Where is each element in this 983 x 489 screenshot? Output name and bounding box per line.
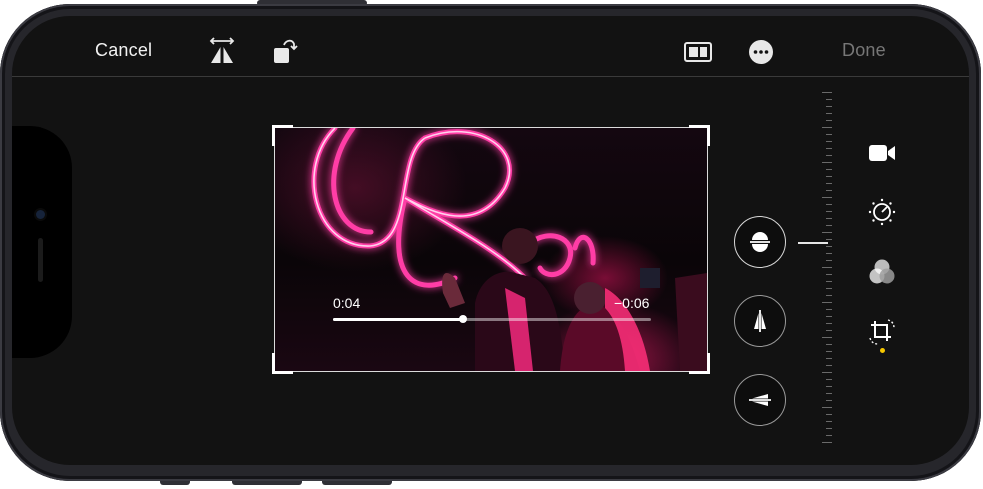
dial-tick xyxy=(822,442,832,443)
filters-icon[interactable] xyxy=(868,258,896,291)
dial-indicator xyxy=(798,242,828,244)
dial-tick xyxy=(826,155,832,156)
video-camera-icon[interactable] xyxy=(868,142,896,169)
dial-tick xyxy=(826,106,832,107)
perspective-dial[interactable] xyxy=(818,92,832,444)
top-toolbar: Cancel Done xyxy=(12,16,969,77)
earpiece-speaker xyxy=(38,238,43,282)
dial-tick xyxy=(826,316,832,317)
camera-notch xyxy=(12,126,72,358)
dial-tick xyxy=(826,190,832,191)
dial-tick xyxy=(826,344,832,345)
dial-tick xyxy=(826,274,832,275)
vertical-perspective-button[interactable] xyxy=(734,295,786,347)
horizontal-perspective-button[interactable] xyxy=(734,374,786,426)
dial-tick xyxy=(826,225,832,226)
dial-tick xyxy=(826,358,832,359)
dial-tick xyxy=(826,400,832,401)
crop-rotate-icon[interactable] xyxy=(868,318,896,351)
dial-tick xyxy=(826,204,832,205)
remaining-time: −0:06 xyxy=(614,295,650,311)
dial-tick xyxy=(826,176,832,177)
dial-tick xyxy=(826,253,832,254)
dial-tick xyxy=(826,218,832,219)
dial-tick xyxy=(826,148,832,149)
dial-tick xyxy=(826,113,832,114)
dial-tick xyxy=(822,407,832,408)
dial-tick xyxy=(826,288,832,289)
dial-tick xyxy=(826,379,832,380)
dial-tick xyxy=(826,435,832,436)
dial-tick xyxy=(826,246,832,247)
dial-tick xyxy=(826,120,832,121)
video-scrubber[interactable] xyxy=(333,315,651,323)
video-preview[interactable]: 0:04 −0:06 xyxy=(274,127,708,372)
dial-tick xyxy=(822,372,832,373)
dial-tick xyxy=(822,337,832,338)
dial-tick xyxy=(822,92,832,93)
more-options-icon[interactable] xyxy=(748,39,774,70)
flip-horizontal-icon[interactable] xyxy=(208,37,236,70)
active-tool-indicator xyxy=(880,348,885,353)
dial-tick xyxy=(826,239,832,240)
dial-tick xyxy=(822,127,832,128)
dial-tick xyxy=(822,232,832,233)
dial-tick xyxy=(826,99,832,100)
dial-tick xyxy=(826,309,832,310)
adjust-dial-icon[interactable] xyxy=(868,198,896,231)
dial-tick xyxy=(822,197,832,198)
dial-tick xyxy=(822,267,832,268)
dial-tick xyxy=(826,351,832,352)
cancel-button[interactable]: Cancel xyxy=(95,40,152,61)
dial-tick xyxy=(822,302,832,303)
dial-tick xyxy=(826,260,832,261)
dial-tick xyxy=(826,134,832,135)
dial-tick xyxy=(822,162,832,163)
done-button[interactable]: Done xyxy=(842,40,886,61)
dial-tick xyxy=(826,365,832,366)
dial-tick xyxy=(826,281,832,282)
front-camera-icon xyxy=(36,210,45,219)
dial-tick xyxy=(826,421,832,422)
dial-tick xyxy=(826,295,832,296)
aspect-ratio-icon[interactable] xyxy=(684,40,712,69)
dial-tick xyxy=(826,330,832,331)
dial-tick xyxy=(826,428,832,429)
dial-tick xyxy=(826,183,832,184)
dial-tick xyxy=(826,386,832,387)
dial-tick xyxy=(826,414,832,415)
rotate-icon[interactable] xyxy=(272,37,300,70)
straighten-button[interactable] xyxy=(734,216,786,268)
photo-editor-screen: Cancel Done 0:04 −0:06 xyxy=(12,16,969,465)
dial-tick xyxy=(826,323,832,324)
dial-tick xyxy=(826,211,832,212)
scrubber-progress xyxy=(333,318,464,321)
dial-tick xyxy=(826,141,832,142)
elapsed-time: 0:04 xyxy=(333,295,361,311)
dial-tick xyxy=(826,393,832,394)
dial-tick xyxy=(826,169,832,170)
neon-sign-artwork xyxy=(311,128,707,371)
